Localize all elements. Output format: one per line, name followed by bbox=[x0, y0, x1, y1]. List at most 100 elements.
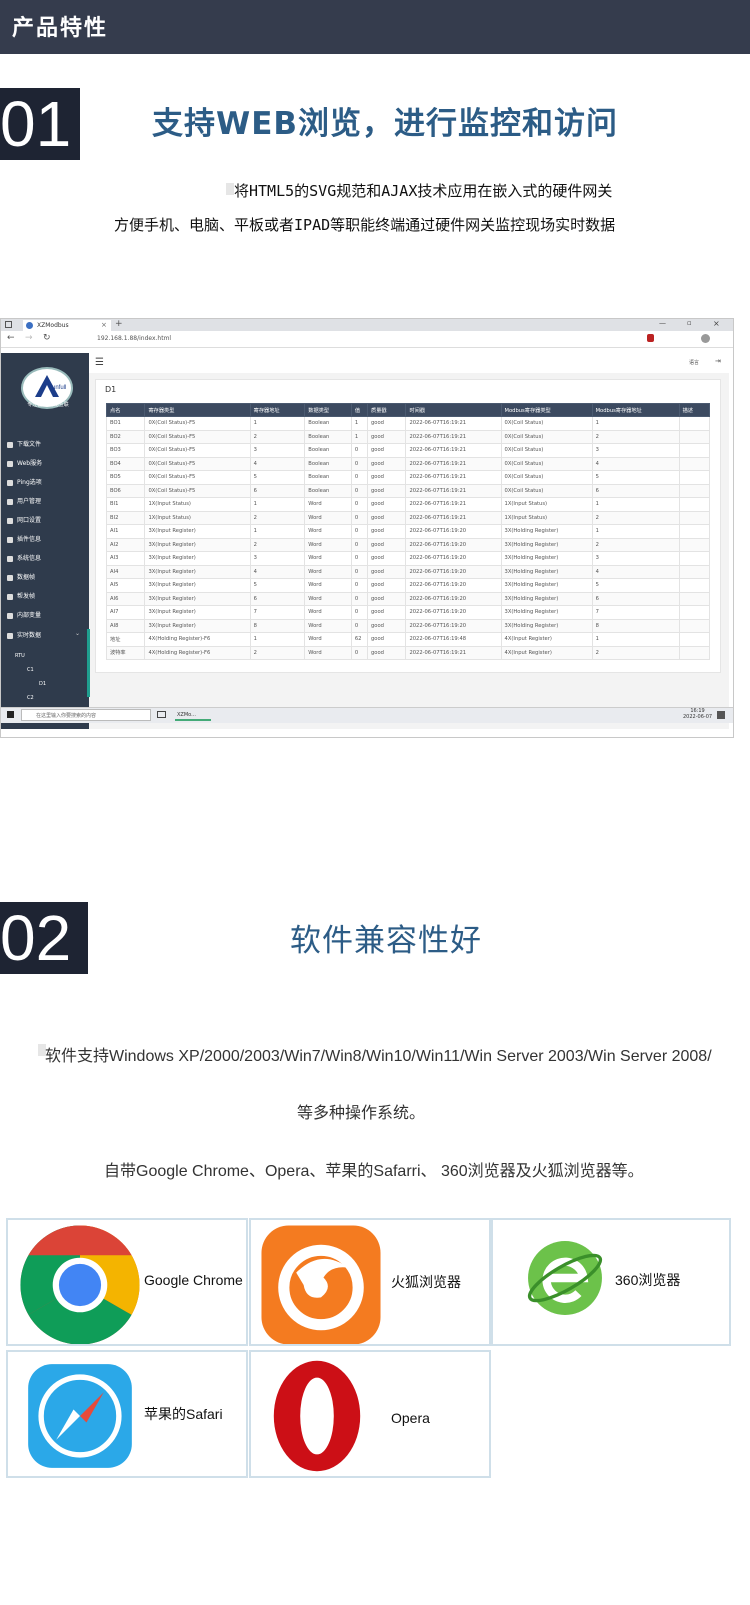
table-header-cell[interactable]: 值 bbox=[350, 403, 369, 417]
table-row[interactable]: BO5 0X(Coil Status)-F5 5 Boolean 0 good 2022-0… bbox=[105, 470, 711, 485]
new-tab-icon[interactable]: + bbox=[115, 319, 123, 329]
table-cell: 3X(Holding Register) bbox=[500, 591, 593, 606]
tab-title: XZModbus bbox=[37, 322, 69, 329]
tree-node-1[interactable]: C1 bbox=[27, 667, 34, 673]
table-row[interactable]: BI2 1X(Input Status) 2 Word 0 good 2022-06-07T… bbox=[105, 510, 711, 525]
table-cell: 2022-06-07T16:19:21 bbox=[405, 645, 502, 660]
table-row[interactable]: AI1 3X(Input Register) 1 Word 0 good 2022-06-0… bbox=[105, 524, 711, 539]
taskbar-app-button[interactable]: XZMo... bbox=[175, 709, 211, 721]
browser-label-chrome: Google Chrome bbox=[144, 1272, 243, 1288]
table-row[interactable]: BO2 0X(Coil Status)-F5 2 Boolean 1 good 2022-0… bbox=[105, 429, 711, 444]
table-row[interactable]: BO6 0X(Coil Status)-F5 6 Boolean 0 good 2022-0… bbox=[105, 483, 711, 498]
sidebar-item-2[interactable]: Ping选项 bbox=[7, 477, 87, 486]
sidebar-item-6[interactable]: 系统信息 bbox=[7, 553, 87, 562]
forward-icon[interactable]: → bbox=[25, 333, 33, 343]
table-cell: 0 bbox=[350, 470, 369, 485]
globe-icon bbox=[7, 460, 13, 467]
section1-desc-line2: 方便手机、电脑、平板或者IPAD等职能终端通过硬件网关监控现场实时数据 bbox=[114, 216, 616, 234]
language-menu[interactable]: 语言 bbox=[689, 359, 699, 366]
table-row[interactable]: 地址 4X(Holding Register)-F6 1 Word 62 good 2022… bbox=[105, 632, 711, 647]
sidebar-item-3[interactable]: 用户管理 bbox=[7, 496, 87, 505]
table-row[interactable]: BO4 0X(Coil Status)-F5 4 Boolean 0 good 2022-0… bbox=[105, 456, 711, 471]
table-row[interactable]: AI5 3X(Input Register) 5 Word 0 good 2022-06-0… bbox=[105, 578, 711, 593]
table-header-cell[interactable]: Modbus寄存器类型 bbox=[500, 403, 593, 417]
tab-close-icon[interactable]: × bbox=[101, 321, 107, 329]
table-cell: 0 bbox=[350, 456, 369, 471]
table-header-cell[interactable]: 质量戳 bbox=[366, 403, 407, 417]
back-icon[interactable]: ← bbox=[7, 333, 15, 343]
table-row[interactable]: AI7 3X(Input Register) 7 Word 0 good 2022-06-0… bbox=[105, 605, 711, 620]
table-cell: Word bbox=[304, 564, 352, 579]
table-cell: 2 bbox=[591, 645, 680, 660]
table-cell bbox=[678, 645, 711, 660]
window-close-icon[interactable]: × bbox=[713, 319, 720, 328]
sidebar-item-10[interactable]: 实时数据 ⌄ bbox=[7, 630, 87, 639]
maximize-icon[interactable]: ▫ bbox=[687, 319, 692, 327]
sidebar-item-4[interactable]: 网口设置 bbox=[7, 515, 87, 524]
table-row[interactable]: AI4 3X(Input Register) 4 Word 0 good 2022-06-0… bbox=[105, 564, 711, 579]
table-header-cell[interactable]: 点名 bbox=[105, 403, 146, 417]
sidebar-item-8[interactable]: 帮发帧 bbox=[7, 591, 87, 600]
tree-node-0[interactable]: RTU bbox=[15, 653, 25, 659]
safari-icon bbox=[28, 1364, 132, 1468]
taskbar-clock[interactable]: 16:19 2022-06-07 bbox=[683, 708, 712, 720]
table-header-cell[interactable]: 寄存器地址 bbox=[249, 403, 306, 417]
table-row[interactable]: AI3 3X(Input Register) 3 Word 0 good 2022-06-0… bbox=[105, 551, 711, 566]
taskbar-search-input[interactable]: 在这里输入你要搜索的内容 bbox=[21, 709, 151, 721]
windows-start-icon[interactable] bbox=[7, 711, 14, 718]
table-cell: Boolean bbox=[304, 483, 352, 498]
table-header-cell[interactable]: 数据类型 bbox=[304, 403, 352, 417]
url-field[interactable]: 192.168.1.88/index.html bbox=[97, 335, 171, 342]
table-row[interactable]: BO1 0X(Coil Status)-F5 1 Boolean 1 good 2022-0… bbox=[105, 416, 711, 431]
table-header-cell[interactable]: Modbus寄存器地址 bbox=[591, 403, 680, 417]
sidebar-item-label: 插件信息 bbox=[17, 536, 42, 543]
table-cell: 0X(Coil Status) bbox=[500, 429, 593, 444]
hamburger-menu-icon[interactable]: ☰ bbox=[95, 357, 104, 368]
section1-desc-line1: 将HTML5的SVG规范和AJAX技术应用在嵌入式的硬件网关 bbox=[234, 182, 613, 200]
table-row[interactable]: BO3 0X(Coil Status)-F5 3 Boolean 0 good 2022-0… bbox=[105, 443, 711, 458]
table-cell: 0X(Coil Status)-F5 bbox=[144, 470, 251, 485]
table-cell: 1X(Input Status) bbox=[144, 497, 251, 512]
sidebar-item-1[interactable]: Web服务 bbox=[7, 458, 87, 467]
table-cell: 0 bbox=[350, 605, 369, 620]
chevron-down-icon[interactable]: ⌄ bbox=[75, 630, 80, 637]
table-row[interactable]: 波特率 4X(Holding Register)-F6 2 Word 0 good 2022… bbox=[105, 645, 711, 660]
table-cell: AI4 bbox=[105, 564, 146, 579]
tree-node-2[interactable]: D1 bbox=[39, 681, 46, 687]
table-cell: 3X(Input Register) bbox=[144, 551, 251, 566]
logout-icon[interactable]: ⇥ bbox=[715, 357, 721, 365]
table-row[interactable]: AI8 3X(Input Register) 8 Word 0 good 2022-06-0… bbox=[105, 618, 711, 633]
table-cell: 8 bbox=[591, 618, 680, 633]
page-title: 产品特性 bbox=[12, 16, 109, 41]
sidebar-item-5[interactable]: 插件信息 bbox=[7, 534, 87, 543]
table-cell: 3X(Holding Register) bbox=[500, 578, 593, 593]
table-cell: 2022-06-07T16:19:21 bbox=[405, 429, 502, 444]
table-header-cell[interactable]: 寄存器类型 bbox=[144, 403, 251, 417]
table-cell: 3 bbox=[249, 551, 306, 566]
table-cell: 2 bbox=[249, 429, 306, 444]
table-row[interactable]: AI6 3X(Input Register) 6 Word 0 good 2022-06-0… bbox=[105, 591, 711, 606]
sidebar-item-9[interactable]: 内部变量 bbox=[7, 610, 87, 619]
task-view-icon[interactable] bbox=[157, 711, 166, 718]
tree-node-3[interactable]: C2 bbox=[27, 695, 34, 701]
profile-avatar[interactable] bbox=[701, 334, 710, 343]
table-cell: 7 bbox=[249, 605, 306, 620]
minimize-icon[interactable]: — bbox=[659, 319, 666, 327]
browser-tile-firefox: 火狐浏览器 bbox=[249, 1218, 491, 1346]
reload-icon[interactable]: ↻ bbox=[43, 333, 51, 343]
table-row[interactable]: AI2 3X(Input Register) 2 Word 0 good 2022-06-0… bbox=[105, 537, 711, 552]
logo-brand-text: sunfull bbox=[49, 385, 66, 391]
table-cell: 0 bbox=[350, 551, 369, 566]
sidebar-item-7[interactable]: 数据帧 bbox=[7, 572, 87, 581]
table-row[interactable]: BI1 1X(Input Status) 1 Word 0 good 2022-06-07T… bbox=[105, 497, 711, 512]
browser-tab[interactable]: XZModbus × bbox=[23, 320, 111, 331]
table-cell: 0 bbox=[350, 537, 369, 552]
table-header-cell[interactable]: 描述 bbox=[678, 403, 711, 417]
extension-icon[interactable] bbox=[647, 334, 654, 342]
window-menu-icon[interactable] bbox=[5, 321, 12, 328]
notification-icon[interactable] bbox=[717, 711, 725, 719]
chrome-icon bbox=[20, 1225, 140, 1344]
sidebar-item-0[interactable]: 下载文件 bbox=[7, 439, 87, 448]
table-cell: good bbox=[366, 524, 407, 539]
table-header-cell[interactable]: 时间戳 bbox=[405, 403, 502, 417]
